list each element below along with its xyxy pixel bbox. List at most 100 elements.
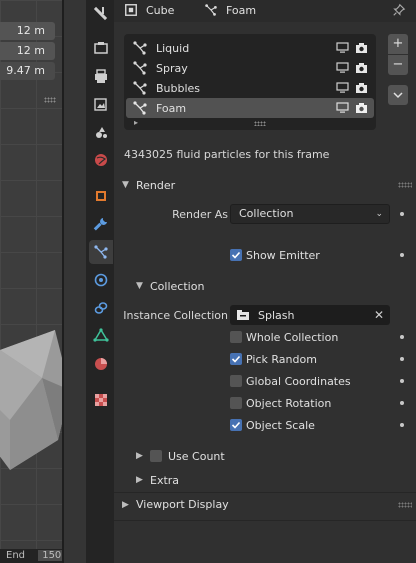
whole-collection-label: Whole Collection xyxy=(246,330,339,344)
dimension-y-field[interactable]: 12 m xyxy=(0,42,55,60)
tab-world[interactable] xyxy=(89,148,113,172)
tab-data[interactable] xyxy=(89,324,113,348)
extra-section-header[interactable]: ▶ Extra xyxy=(114,468,416,492)
expand-arrow-icon: ▶ xyxy=(122,499,129,510)
show-emitter-label: Show Emitter xyxy=(246,248,320,262)
tab-object[interactable] xyxy=(89,184,113,208)
instance-collection-field[interactable]: Splash ✕ xyxy=(230,305,390,325)
keyframe-dot-icon[interactable] xyxy=(400,379,404,383)
tab-tool[interactable] xyxy=(89,2,113,26)
monitor-icon[interactable] xyxy=(336,102,349,114)
camera-icon[interactable] xyxy=(355,82,368,94)
section-title: Extra xyxy=(150,473,180,487)
particles-icon xyxy=(132,60,148,76)
list-item[interactable]: Liquid xyxy=(126,38,374,58)
properties-panel: Cube Foam Liquid Spray Bubbles Foam ▸ + … xyxy=(114,0,416,563)
expand-arrow-icon: ▶ xyxy=(136,475,143,485)
render-as-row: Render As Collection ⌄ xyxy=(114,204,416,224)
keyframe-dot-icon[interactable] xyxy=(400,253,404,257)
object-rotation-checkbox[interactable]: Object Rotation xyxy=(230,397,331,410)
show-emitter-row: Show Emitter xyxy=(114,245,416,265)
render-as-dropdown[interactable]: Collection ⌄ xyxy=(230,204,390,224)
specials-menu-button[interactable] xyxy=(388,85,408,105)
use-count-checkbox[interactable] xyxy=(150,450,162,462)
keyframe-dot-icon[interactable] xyxy=(400,212,404,216)
camera-icon[interactable] xyxy=(355,62,368,74)
properties-tabs xyxy=(86,0,114,563)
object-scale-row: Object Scale xyxy=(114,415,416,435)
instance-collection-value: Splash xyxy=(258,308,295,322)
global-coordinates-checkbox[interactable]: Global Coordinates xyxy=(230,375,351,388)
section-title: Render xyxy=(136,178,176,192)
list-side-buttons: + − xyxy=(388,34,408,105)
object-scale-checkbox[interactable]: Object Scale xyxy=(230,419,315,432)
panel-grip-icon[interactable] xyxy=(44,97,56,103)
keyframe-dot-icon[interactable] xyxy=(400,401,404,405)
tab-render[interactable] xyxy=(89,36,113,60)
camera-icon[interactable] xyxy=(355,102,368,114)
wrench-icon xyxy=(93,217,107,231)
tab-scene[interactable] xyxy=(89,120,113,144)
dimension-z-field[interactable]: 9.47 m xyxy=(0,62,55,80)
list-resize-grip-icon[interactable] xyxy=(254,121,266,126)
keyframe-dot-icon[interactable] xyxy=(400,357,404,361)
mesh-data-icon xyxy=(93,328,109,342)
expand-arrow-icon: ▶ xyxy=(136,451,143,461)
camera-icon[interactable] xyxy=(355,42,368,54)
pin-icon[interactable] xyxy=(392,3,406,20)
output-icon xyxy=(95,69,107,83)
keyframe-dot-icon[interactable] xyxy=(400,423,404,427)
keyframe-dot-icon[interactable] xyxy=(400,335,404,339)
object-scale-label: Object Scale xyxy=(246,418,315,432)
texture-icon xyxy=(95,394,107,406)
list-item-label: Liquid xyxy=(156,41,190,55)
chevron-down-icon xyxy=(393,92,403,99)
pick-random-checkbox[interactable]: Pick Random xyxy=(230,353,317,366)
list-item[interactable]: Spray xyxy=(126,58,374,78)
tab-view-layer[interactable] xyxy=(89,92,113,116)
tab-texture[interactable] xyxy=(89,388,113,412)
object-rotation-row: Object Rotation xyxy=(114,393,416,413)
add-particle-system-button[interactable]: + xyxy=(388,34,408,54)
render-section-header[interactable]: ▼ Render xyxy=(114,173,416,197)
section-grip-icon[interactable] xyxy=(398,502,412,508)
viewport-display-section-header[interactable]: ▶ Viewport Display xyxy=(114,492,416,516)
clear-icon[interactable]: ✕ xyxy=(374,308,384,322)
monitor-icon[interactable] xyxy=(336,62,349,74)
cube-object[interactable] xyxy=(0,330,70,470)
dimension-x-field[interactable]: 12 m xyxy=(0,22,55,40)
tab-constraints[interactable] xyxy=(89,296,113,320)
breadcrumb-object-name: Cube xyxy=(146,3,175,17)
list-item-selected[interactable]: Foam xyxy=(126,98,374,118)
remove-particle-system-button[interactable]: − xyxy=(388,55,408,75)
tab-particles[interactable] xyxy=(89,240,113,264)
list-item-label: Foam xyxy=(156,101,187,115)
tab-output[interactable] xyxy=(89,64,113,88)
tab-material[interactable] xyxy=(89,352,113,376)
checkbox-checked-icon xyxy=(230,419,242,431)
particles-icon xyxy=(94,245,108,259)
section-grip-icon[interactable] xyxy=(398,182,412,188)
breadcrumb-particle-system: Foam xyxy=(204,3,256,17)
tab-physics[interactable] xyxy=(89,268,113,292)
instance-collection-label: Instance Collection xyxy=(123,308,228,322)
chevron-down-icon: ⌄ xyxy=(375,209,383,219)
section-title: Collection xyxy=(150,279,205,293)
object-icon xyxy=(124,3,138,17)
global-coordinates-label: Global Coordinates xyxy=(246,374,351,388)
whole-collection-checkbox[interactable]: Whole Collection xyxy=(230,331,338,344)
show-emitter-checkbox[interactable]: Show Emitter xyxy=(230,249,320,262)
global-coordinates-row: Global Coordinates xyxy=(114,371,416,391)
world-icon xyxy=(95,154,107,166)
list-footer: ▸ xyxy=(124,118,376,128)
particle-system-list[interactable]: Liquid Spray Bubbles Foam ▸ xyxy=(124,34,376,130)
expand-filter-icon[interactable]: ▸ xyxy=(134,118,138,127)
list-item-label: Bubbles xyxy=(156,81,201,95)
monitor-icon[interactable] xyxy=(336,42,349,54)
monitor-icon[interactable] xyxy=(336,82,349,94)
use-count-section-header[interactable]: ▶ Use Count xyxy=(114,444,416,468)
collection-section-header[interactable]: ▼ Collection xyxy=(114,274,416,298)
collection-icon xyxy=(236,309,250,321)
tab-modifiers[interactable] xyxy=(89,212,113,236)
list-item[interactable]: Bubbles xyxy=(126,78,374,98)
